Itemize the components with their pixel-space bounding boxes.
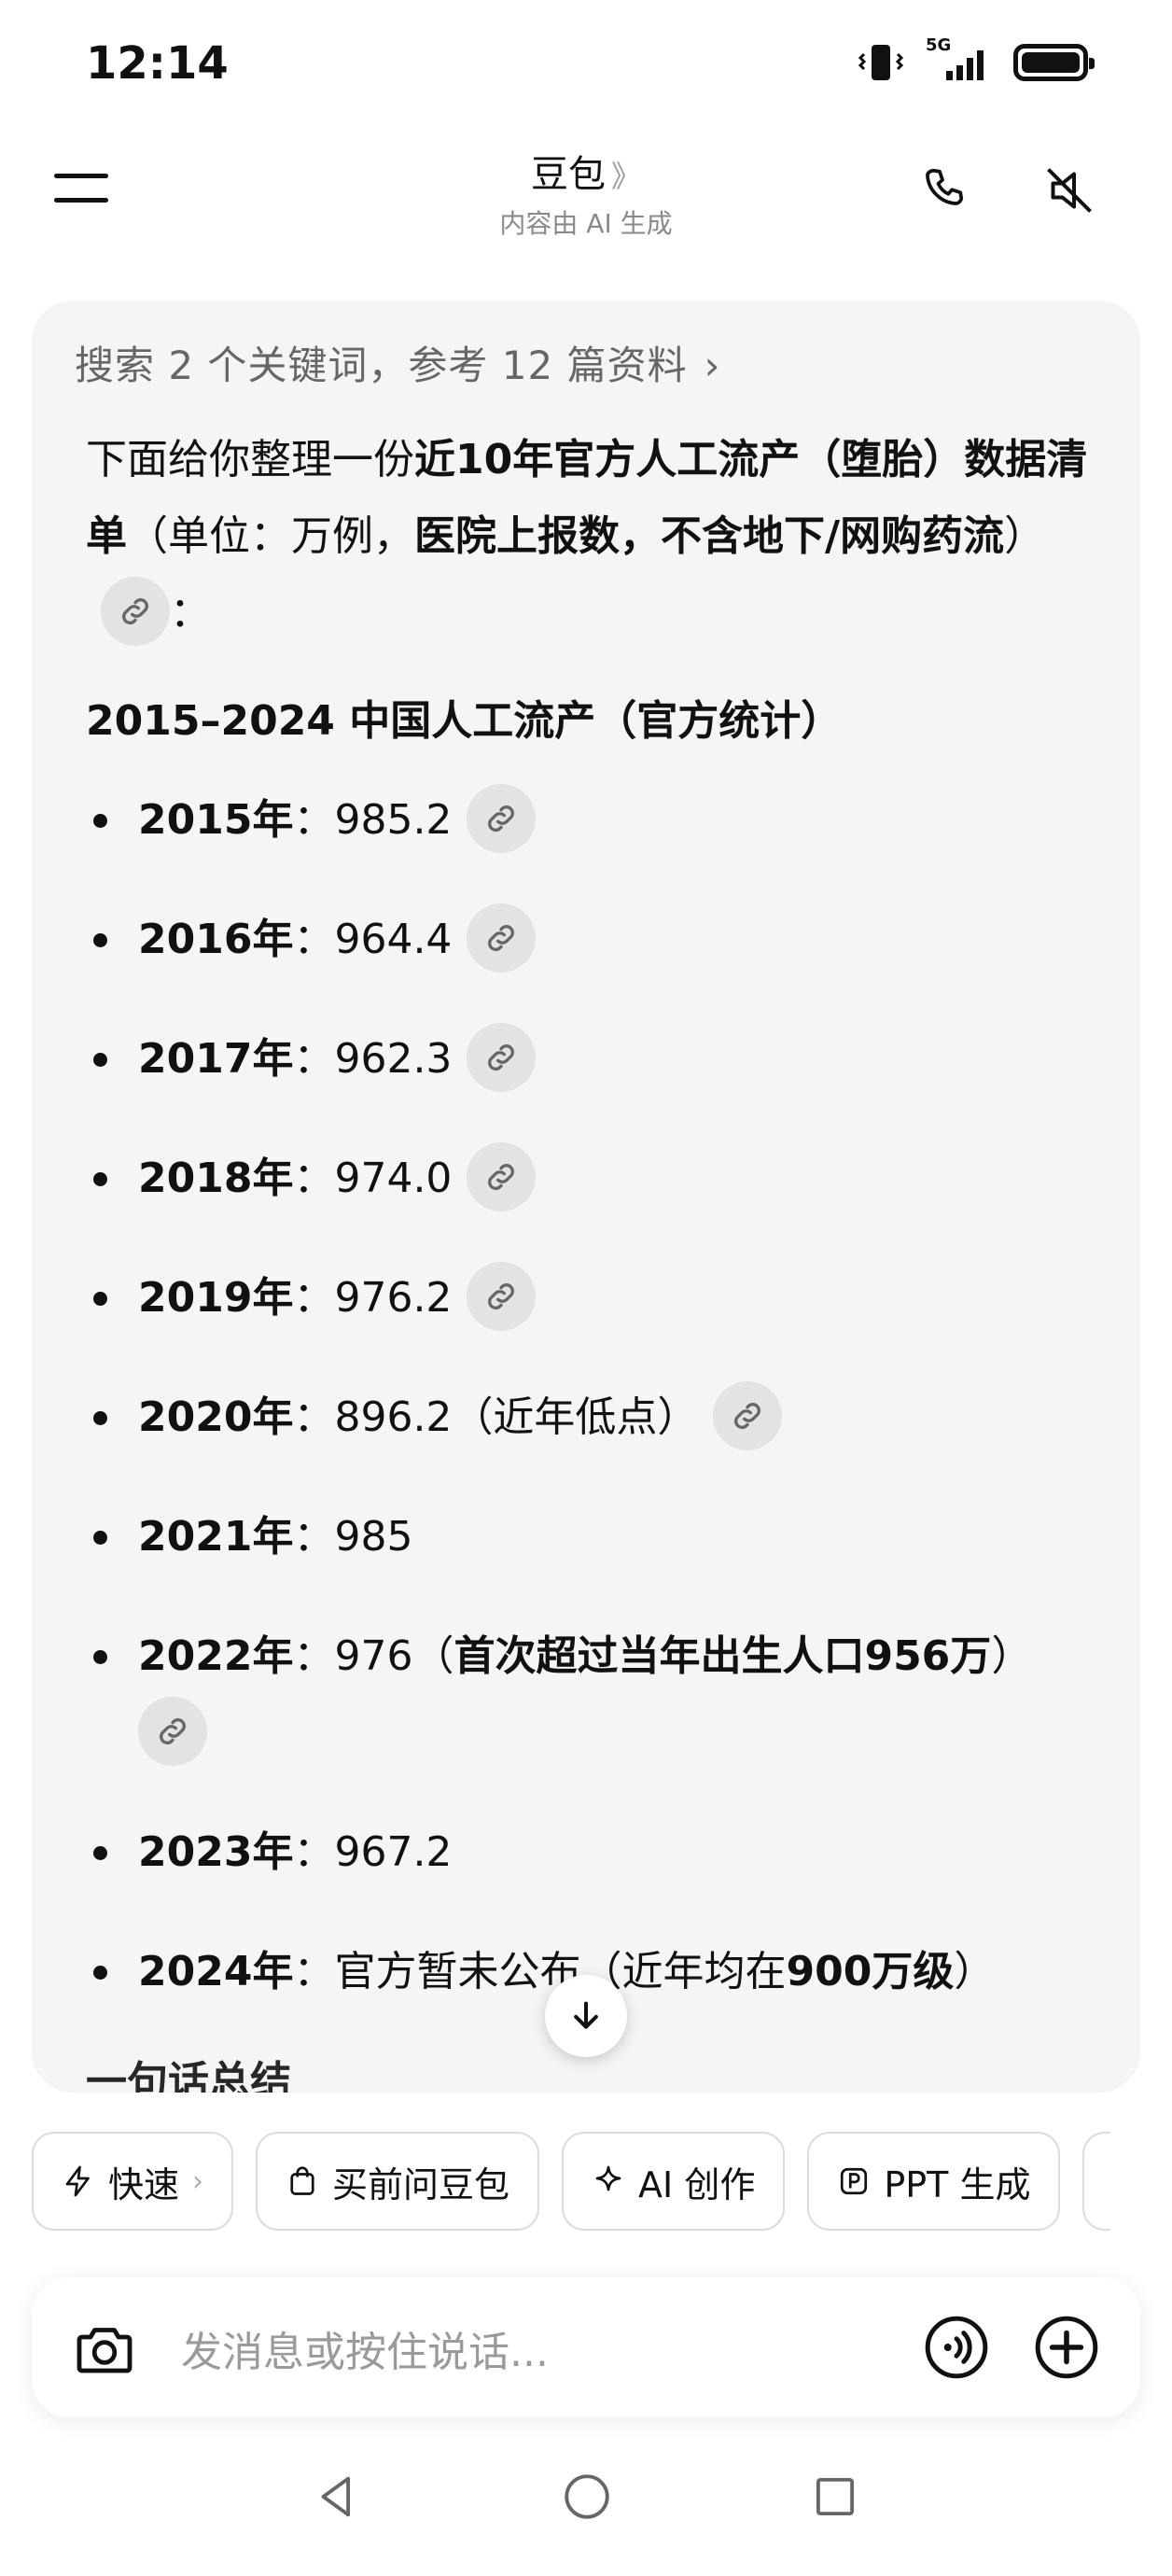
status-bar: 12:14 5G xyxy=(0,0,1172,131)
chip-ai-create[interactable]: AI 创作 xyxy=(562,2132,786,2231)
citation-link-icon[interactable] xyxy=(467,1262,537,1331)
chevron-right-icon: › xyxy=(192,2164,204,2198)
ai-generated-note: 内容由 AI 生成 xyxy=(499,208,673,239)
recents-square-icon xyxy=(816,2477,855,2516)
back-triangle-icon xyxy=(321,2476,351,2517)
message-input-bar: 发消息或按住说话... xyxy=(32,2277,1140,2417)
intro-paragraph: 下面给你整理一份近10年官方人工流产（堕胎）数据清单（单位：万例，医院上报数，不… xyxy=(86,422,1094,651)
chip-ppt-generate[interactable]: PPT 生成 xyxy=(807,2132,1061,2231)
nav-back-button[interactable] xyxy=(304,2464,370,2529)
year-list: 2015年：985.2 2016年：964.4 2017年：962.3 2018… xyxy=(86,782,1094,2010)
chip-fast-mode[interactable]: 快速 › xyxy=(32,2132,234,2231)
citation-link-icon[interactable] xyxy=(467,1142,537,1211)
citation-link-icon[interactable] xyxy=(467,784,537,853)
list-item: 2016年：964.4 xyxy=(86,902,1094,978)
shopping-bag-icon xyxy=(290,2166,314,2195)
message-input[interactable]: 发消息或按住说话... xyxy=(181,2318,549,2378)
citation-link-icon[interactable] xyxy=(467,903,537,973)
voice-call-icon[interactable] xyxy=(922,2313,991,2382)
battery-icon xyxy=(1013,44,1095,81)
system-navigation-bar xyxy=(0,2464,1172,2557)
arrow-down-icon xyxy=(574,2001,598,2029)
list-item: 2018年：974.0 xyxy=(86,1141,1094,1217)
call-button[interactable] xyxy=(914,159,978,222)
ppt-icon xyxy=(841,2167,868,2195)
scroll-to-bottom-button[interactable] xyxy=(545,1975,627,2057)
list-item: 2017年：962.3 xyxy=(86,1021,1094,1098)
app-header: 豆包》 内容由 AI 生成 xyxy=(0,131,1172,289)
assistant-message-card: 搜索 2 个关键词，参考 12 篇资料 › 下面给你整理一份近10年官方人工流产（… xyxy=(32,301,1140,2093)
status-time: 12:14 xyxy=(86,37,229,90)
citation-link-icon[interactable] xyxy=(467,1023,537,1092)
chevron-right-icon: › xyxy=(704,343,721,388)
vibrate-icon xyxy=(858,45,904,80)
citation-link-icon[interactable] xyxy=(101,577,170,646)
section-heading: 2015–2024 中国人工流产（官方统计） xyxy=(86,697,843,745)
home-circle-icon xyxy=(565,2474,609,2519)
chip-ask-before-buy[interactable]: 买前问豆包 xyxy=(256,2132,540,2231)
list-item: 2015年：985.2 xyxy=(86,782,1094,859)
nav-home-button[interactable] xyxy=(554,2464,620,2529)
chip-more[interactable] xyxy=(1082,2132,1111,2231)
signal-icon: 5G xyxy=(926,35,993,84)
lightning-icon xyxy=(65,2165,90,2197)
quick-action-bar: 快速 › 买前问豆包 AI 创作 PPT 生成 xyxy=(32,2132,1111,2234)
phone-icon xyxy=(926,168,964,205)
mute-button[interactable] xyxy=(1038,159,1101,222)
list-item: 2019年：976.2 xyxy=(86,1260,1094,1337)
citation-link-icon[interactable] xyxy=(138,1697,207,1766)
nav-recents-button[interactable] xyxy=(802,2464,868,2529)
message-content: 下面给你整理一份近10年官方人工流产（堕胎）数据清单（单位：万例，医院上报数，不… xyxy=(86,422,1094,2093)
chevron-right-icon: 》 xyxy=(610,159,641,194)
camera-icon[interactable] xyxy=(71,2315,138,2382)
sparkle-icon xyxy=(595,2165,621,2191)
list-item: 2020年：896.2（近年低点） xyxy=(86,1379,1094,1456)
chat-title-area[interactable]: 豆包》 内容由 AI 生成 xyxy=(0,144,1172,241)
speaker-muted-icon xyxy=(1047,168,1092,213)
list-item: 2021年：985 xyxy=(86,1499,1094,1575)
plus-icon[interactable] xyxy=(1032,2313,1101,2382)
list-item: 2023年：967.2 xyxy=(86,1814,1094,1891)
search-summary[interactable]: 搜索 2 个关键词，参考 12 篇资料 › xyxy=(75,334,720,391)
citation-link-icon[interactable] xyxy=(713,1381,783,1450)
chat-title[interactable]: 豆包》 xyxy=(0,144,1172,198)
list-item: 2022年：976（首次超过当年出生人口956万） xyxy=(86,1618,1094,1771)
